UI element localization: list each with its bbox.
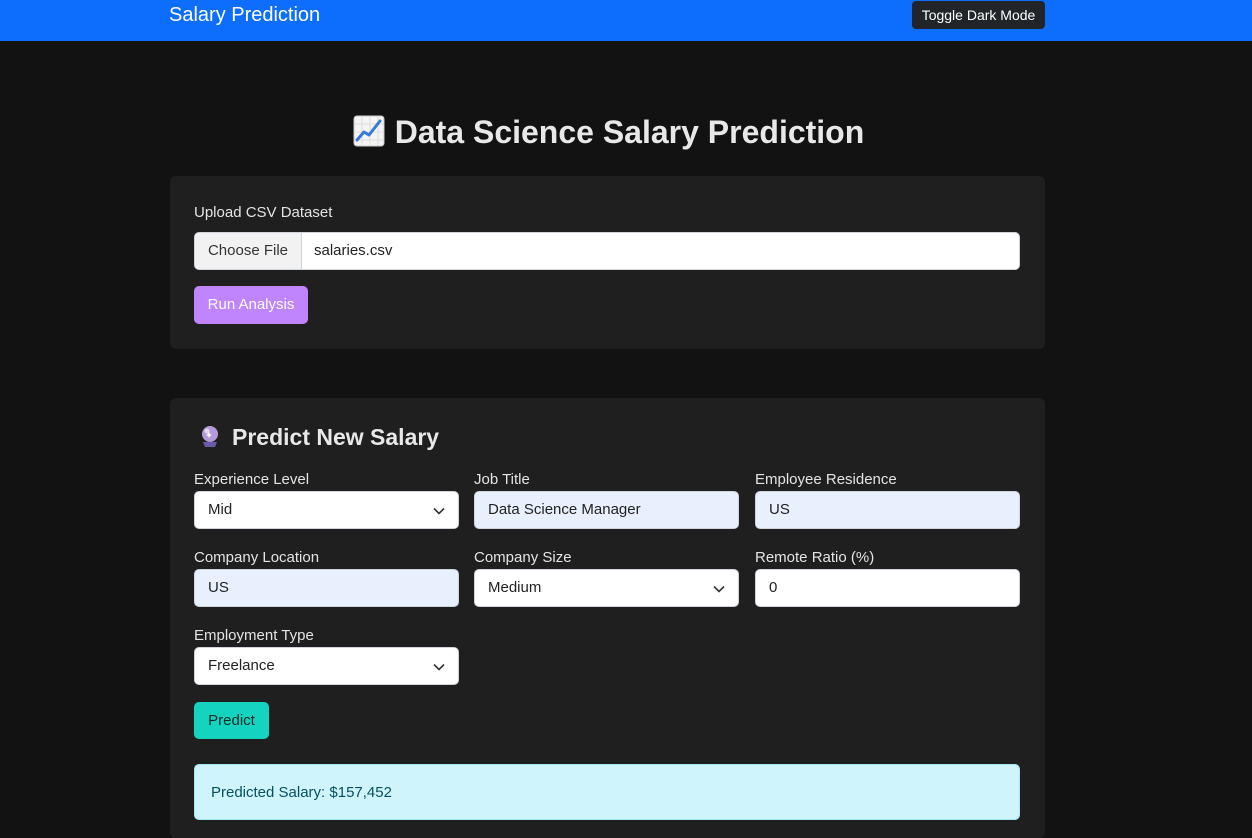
chevron-down-icon [433,663,445,671]
page-title-text: Data Science Salary Prediction [394,114,865,150]
navbar-brand[interactable]: Salary Prediction [169,3,320,27]
company-location-label: Company Location [194,549,320,566]
upload-card: Upload CSV Dataset Choose File salaries.… [170,176,1045,349]
experience-level-select[interactable]: Mid [194,491,459,529]
predict-button[interactable]: Predict [194,702,269,739]
prediction-result: Predicted Salary: $157,452 [194,764,1020,820]
run-analysis-button[interactable]: Run Analysis [194,286,308,324]
predict-title-text: Predict New Salary [232,424,440,450]
experience-level-value: Mid [208,501,233,518]
toggle-dark-mode-button[interactable]: Toggle Dark Mode [912,1,1045,29]
job-title-label: Job Title [474,471,530,488]
company-location-input[interactable]: US [194,569,459,607]
predict-section-title: Predict New Salary [198,424,439,454]
employment-type-select[interactable]: Freelance [194,647,459,685]
company-size-select[interactable]: Medium [474,569,739,607]
chevron-down-icon [433,507,445,515]
employee-residence-value: US [769,501,790,518]
job-title-input[interactable]: Data Science Manager [474,491,739,529]
selected-file-name: salaries.csv [314,242,393,259]
company-location-value: US [208,579,229,596]
choose-file-button[interactable]: Choose File [195,233,302,269]
navbar: Salary Prediction Toggle Dark Mode [0,0,1252,41]
company-size-value: Medium [488,579,542,596]
job-title-value: Data Science Manager [488,501,641,518]
experience-level-label: Experience Level [194,471,310,488]
remote-ratio-label: Remote Ratio (%) [755,549,875,566]
remote-ratio-input[interactable]: 0 [755,569,1020,607]
file-input[interactable]: Choose File salaries.csv [194,232,1020,270]
employment-type-value: Freelance [208,657,275,674]
chart-increasing-icon [353,115,385,155]
crystal-ball-icon [198,424,222,454]
upload-label: Upload CSV Dataset [194,204,333,221]
predict-card: Predict New Salary Experience Level Mid … [170,398,1045,838]
chevron-down-icon [713,585,725,593]
employee-residence-input[interactable]: US [755,491,1020,529]
remote-ratio-value: 0 [769,579,778,596]
employee-residence-label: Employee Residence [755,471,897,488]
employment-type-label: Employment Type [194,627,314,644]
company-size-label: Company Size [474,549,572,566]
page-title: Data Science Salary Prediction [0,114,1217,155]
